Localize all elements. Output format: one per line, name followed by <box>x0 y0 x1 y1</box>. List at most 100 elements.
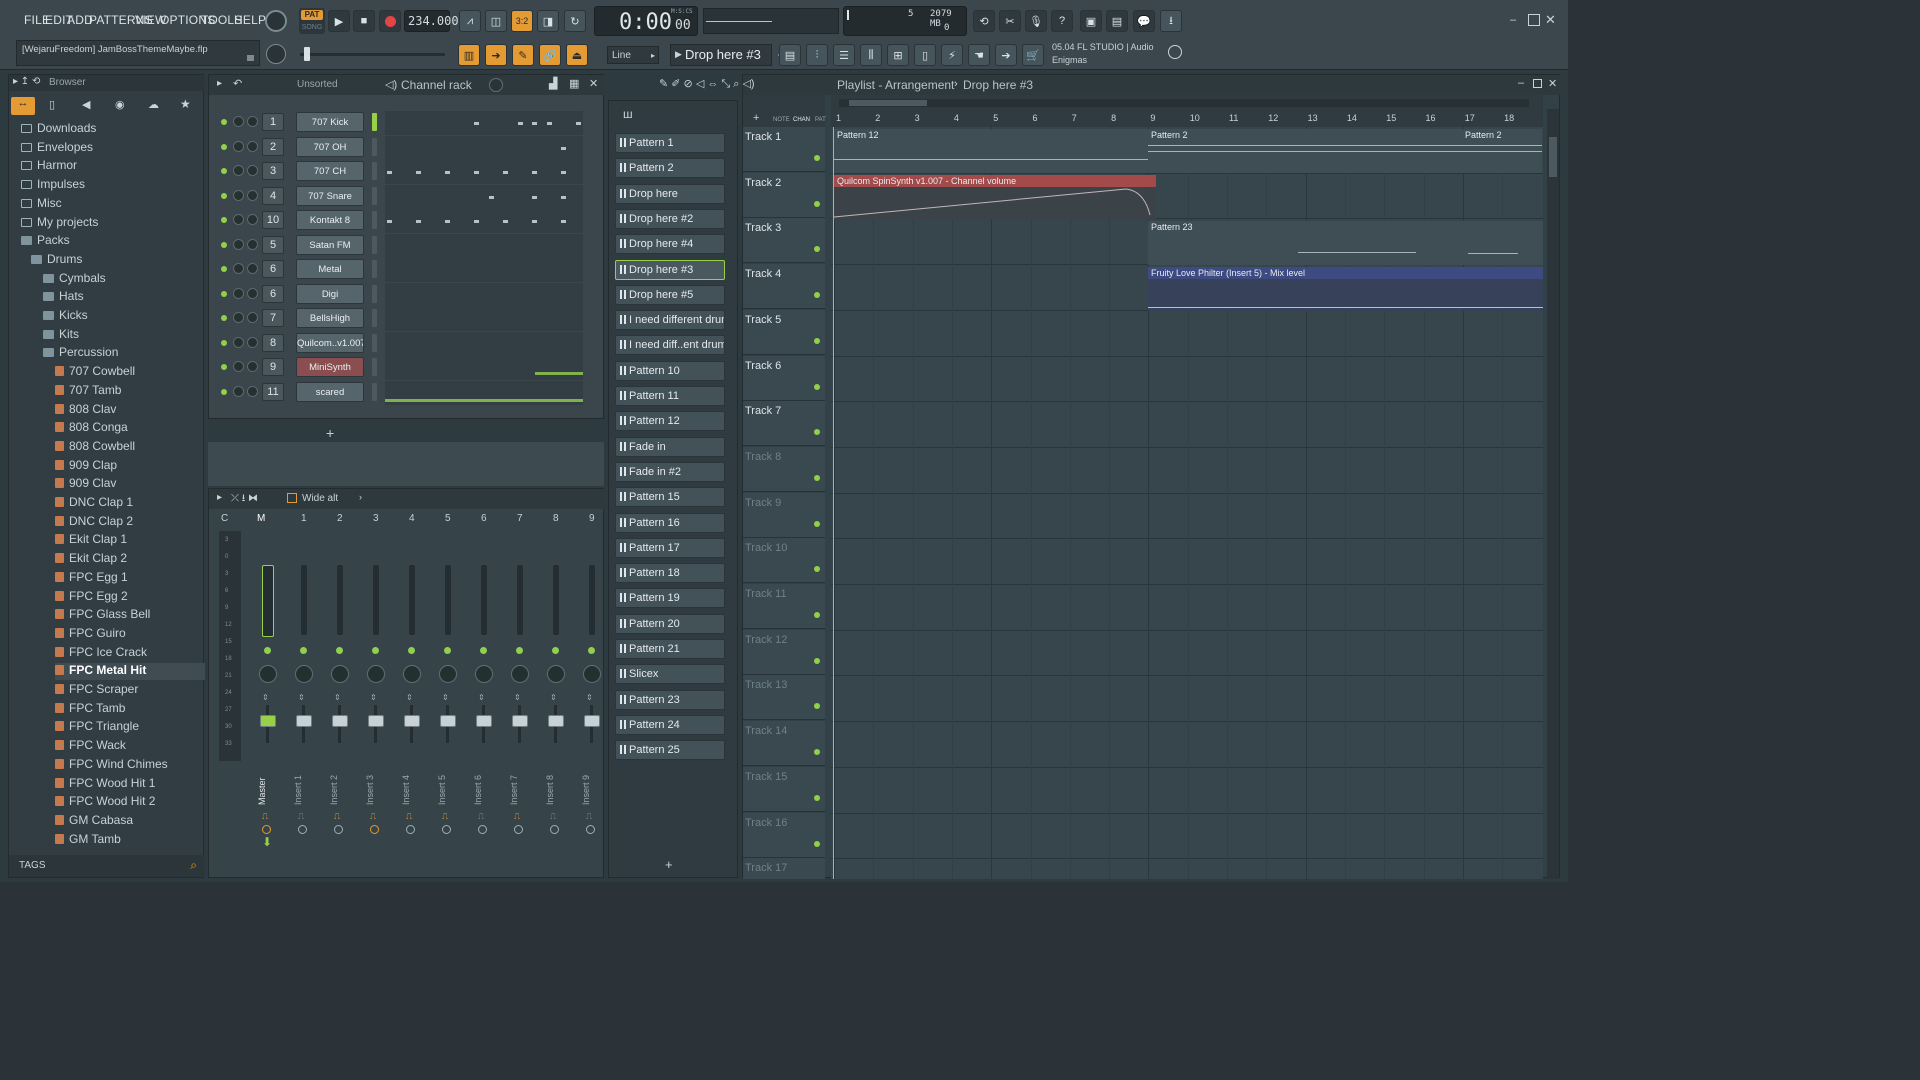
fx-icon[interactable] <box>586 825 595 834</box>
master-pitch-knob[interactable] <box>266 44 286 64</box>
channel-mixer-track[interactable]: 9 <box>262 358 284 376</box>
channel-row[interactable]: 11 scared <box>209 380 605 405</box>
browser-item[interactable]: FPC Egg 2 <box>55 589 128 606</box>
track-mute-led[interactable] <box>814 566 820 573</box>
browser-item[interactable]: FPC Wind Chimes <box>55 757 168 774</box>
channel-pan-knob[interactable] <box>233 336 244 348</box>
channel-volume-knob[interactable] <box>247 385 258 397</box>
tab-star-icon[interactable]: ★ <box>180 97 191 111</box>
mixer-track-number[interactable]: 1 <box>301 513 307 524</box>
volume-fader-cap[interactable] <box>368 715 384 727</box>
channel-volume-knob[interactable] <box>247 214 258 225</box>
playlist-view-button[interactable]: ▤ <box>779 44 801 66</box>
channel-row[interactable]: 2 707 OH <box>209 135 605 160</box>
channel-rack-menu-icon[interactable]: ▸ <box>217 78 222 89</box>
mixer-view-button[interactable]: ⫼ <box>860 44 882 66</box>
channel-pan-knob[interactable] <box>233 312 244 323</box>
channel-settings-button[interactable]: ⊞ <box>887 44 909 66</box>
draw-tool-button[interactable]: ✎ <box>512 44 534 66</box>
track-mute-led[interactable] <box>814 657 820 664</box>
plugin-picker-button[interactable]: ⚡ <box>941 44 963 66</box>
stereo-separation-icon[interactable]: ⇕ <box>370 693 377 702</box>
channel-volume-knob[interactable] <box>247 116 258 127</box>
channel-row[interactable]: 8 Quilcom..v1.007 <box>209 331 605 356</box>
channel-rack-view-button[interactable]: ☰ <box>833 44 855 66</box>
pattern-item[interactable]: Pattern 19 <box>615 588 725 609</box>
stereo-separation-icon[interactable]: ⇕ <box>550 693 557 702</box>
browser-item[interactable]: 707 Cowbell <box>55 364 135 381</box>
browser-item[interactable]: DNC Clap 1 <box>55 495 133 512</box>
tab-chan[interactable]: CHAN <box>793 117 810 123</box>
mixer-enable-led[interactable] <box>300 647 307 654</box>
mixer-pan-knob[interactable] <box>511 665 529 683</box>
browser-item[interactable]: 909 Clap <box>55 458 117 475</box>
channel-volume-knob[interactable] <box>247 140 258 152</box>
stamp-button[interactable]: ⏏ <box>566 44 588 66</box>
fx-icon[interactable] <box>262 825 271 834</box>
ruler-bar-number[interactable]: 8 <box>1111 113 1116 123</box>
clip-automation-philter[interactable]: Fruity Love Philter (Insert 5) - Mix lev… <box>1148 267 1543 311</box>
stereo-separation-icon[interactable]: ⇕ <box>586 693 593 702</box>
stereo-separation-icon[interactable]: ⇕ <box>334 693 341 702</box>
ruler-bar-number[interactable]: 10 <box>1190 113 1200 123</box>
window-close-button[interactable]: ✕ <box>1545 12 1556 28</box>
globe-icon[interactable] <box>1168 45 1182 59</box>
channel-volume-knob[interactable] <box>247 361 258 372</box>
window-minimize-icon[interactable]: – <box>1518 77 1524 89</box>
browser-item[interactable]: Percussion <box>43 345 118 362</box>
mixer-layout-icon[interactable] <box>287 493 297 503</box>
master-volume-knob[interactable] <box>265 10 287 32</box>
mixer-track-name[interactable]: Insert 2 <box>329 745 351 805</box>
channel-select-indicator[interactable] <box>372 162 377 180</box>
track-header[interactable]: Track 3 <box>743 218 825 264</box>
channel-step-sequencer[interactable] <box>385 380 583 405</box>
channel-select-indicator[interactable] <box>372 137 377 156</box>
loop-record-button[interactable]: ↻ <box>564 10 586 32</box>
mixer-pan-knob[interactable] <box>367 665 385 683</box>
channel-select-indicator[interactable] <box>372 211 377 229</box>
pattern-item[interactable]: Slicex <box>615 664 725 685</box>
mixer-track-number[interactable]: C <box>221 513 228 524</box>
mixer-strip-insert[interactable]: ⇕ Insert 8 ⎍ <box>541 527 571 847</box>
volume-fader-cap[interactable] <box>332 715 348 727</box>
track-header[interactable]: Track 15 <box>743 766 825 812</box>
channel-mixer-track[interactable]: 5 <box>262 235 284 254</box>
track-mute-led[interactable] <box>814 292 820 299</box>
track-header[interactable]: Track 17 <box>743 858 825 879</box>
close-icon[interactable]: ✕ <box>589 77 598 90</box>
channel-mixer-track[interactable]: 7 <box>262 309 284 327</box>
link-button[interactable]: 🔗 <box>539 44 561 66</box>
mixer-enable-led[interactable] <box>264 647 271 654</box>
mixer-enable-led[interactable] <box>336 647 343 654</box>
vertical-scrollbar[interactable] <box>1547 109 1559 879</box>
pattern-item[interactable]: Pattern 16 <box>615 512 725 533</box>
countdown-button[interactable]: 3:2 <box>511 10 533 32</box>
pattern-item[interactable]: Pattern 11 <box>615 386 725 406</box>
stereo-separation-icon[interactable]: ⇕ <box>514 693 521 702</box>
track-mute-led[interactable] <box>814 246 820 253</box>
mixer-strip-insert[interactable]: ⇕ Insert 9 ⎍ <box>577 527 607 847</box>
mixer-pan-knob[interactable] <box>331 665 349 683</box>
track-header[interactable]: Track 14 <box>743 721 825 767</box>
channel-select-indicator[interactable] <box>372 309 377 327</box>
mixer-pan-knob[interactable] <box>295 665 313 683</box>
tags-label[interactable]: TAGS <box>19 860 45 871</box>
channel-name-button[interactable]: 707 Snare <box>296 185 364 206</box>
track-header[interactable]: Track 16 <box>743 812 825 858</box>
tags-search-icon[interactable]: ⌕ <box>190 858 197 873</box>
mixer-track-name[interactable]: Insert 6 <box>473 745 495 805</box>
mixer-track-name[interactable]: Insert 9 <box>581 745 603 805</box>
wait-for-input-button[interactable]: ◫ <box>485 10 507 32</box>
pattern-item[interactable]: Pattern 17 <box>615 537 725 558</box>
channel-mixer-track[interactable]: 8 <box>262 333 284 352</box>
pattern-item[interactable]: Pattern 12 <box>615 411 725 432</box>
track-mute-led[interactable] <box>814 703 820 710</box>
channel-mute-led[interactable] <box>221 143 227 150</box>
mixer-track-number[interactable]: 2 <box>337 513 343 524</box>
browser-item[interactable]: FPC Glass Bell <box>55 607 150 624</box>
channel-mute-led[interactable] <box>221 339 227 346</box>
mixer-strip-insert[interactable]: ⇕ Insert 2 ⎍ <box>325 527 355 847</box>
volume-fader-cap[interactable] <box>584 715 600 727</box>
tab-note[interactable]: NOTE <box>773 117 790 123</box>
channel-step-sequencer[interactable] <box>385 160 583 184</box>
